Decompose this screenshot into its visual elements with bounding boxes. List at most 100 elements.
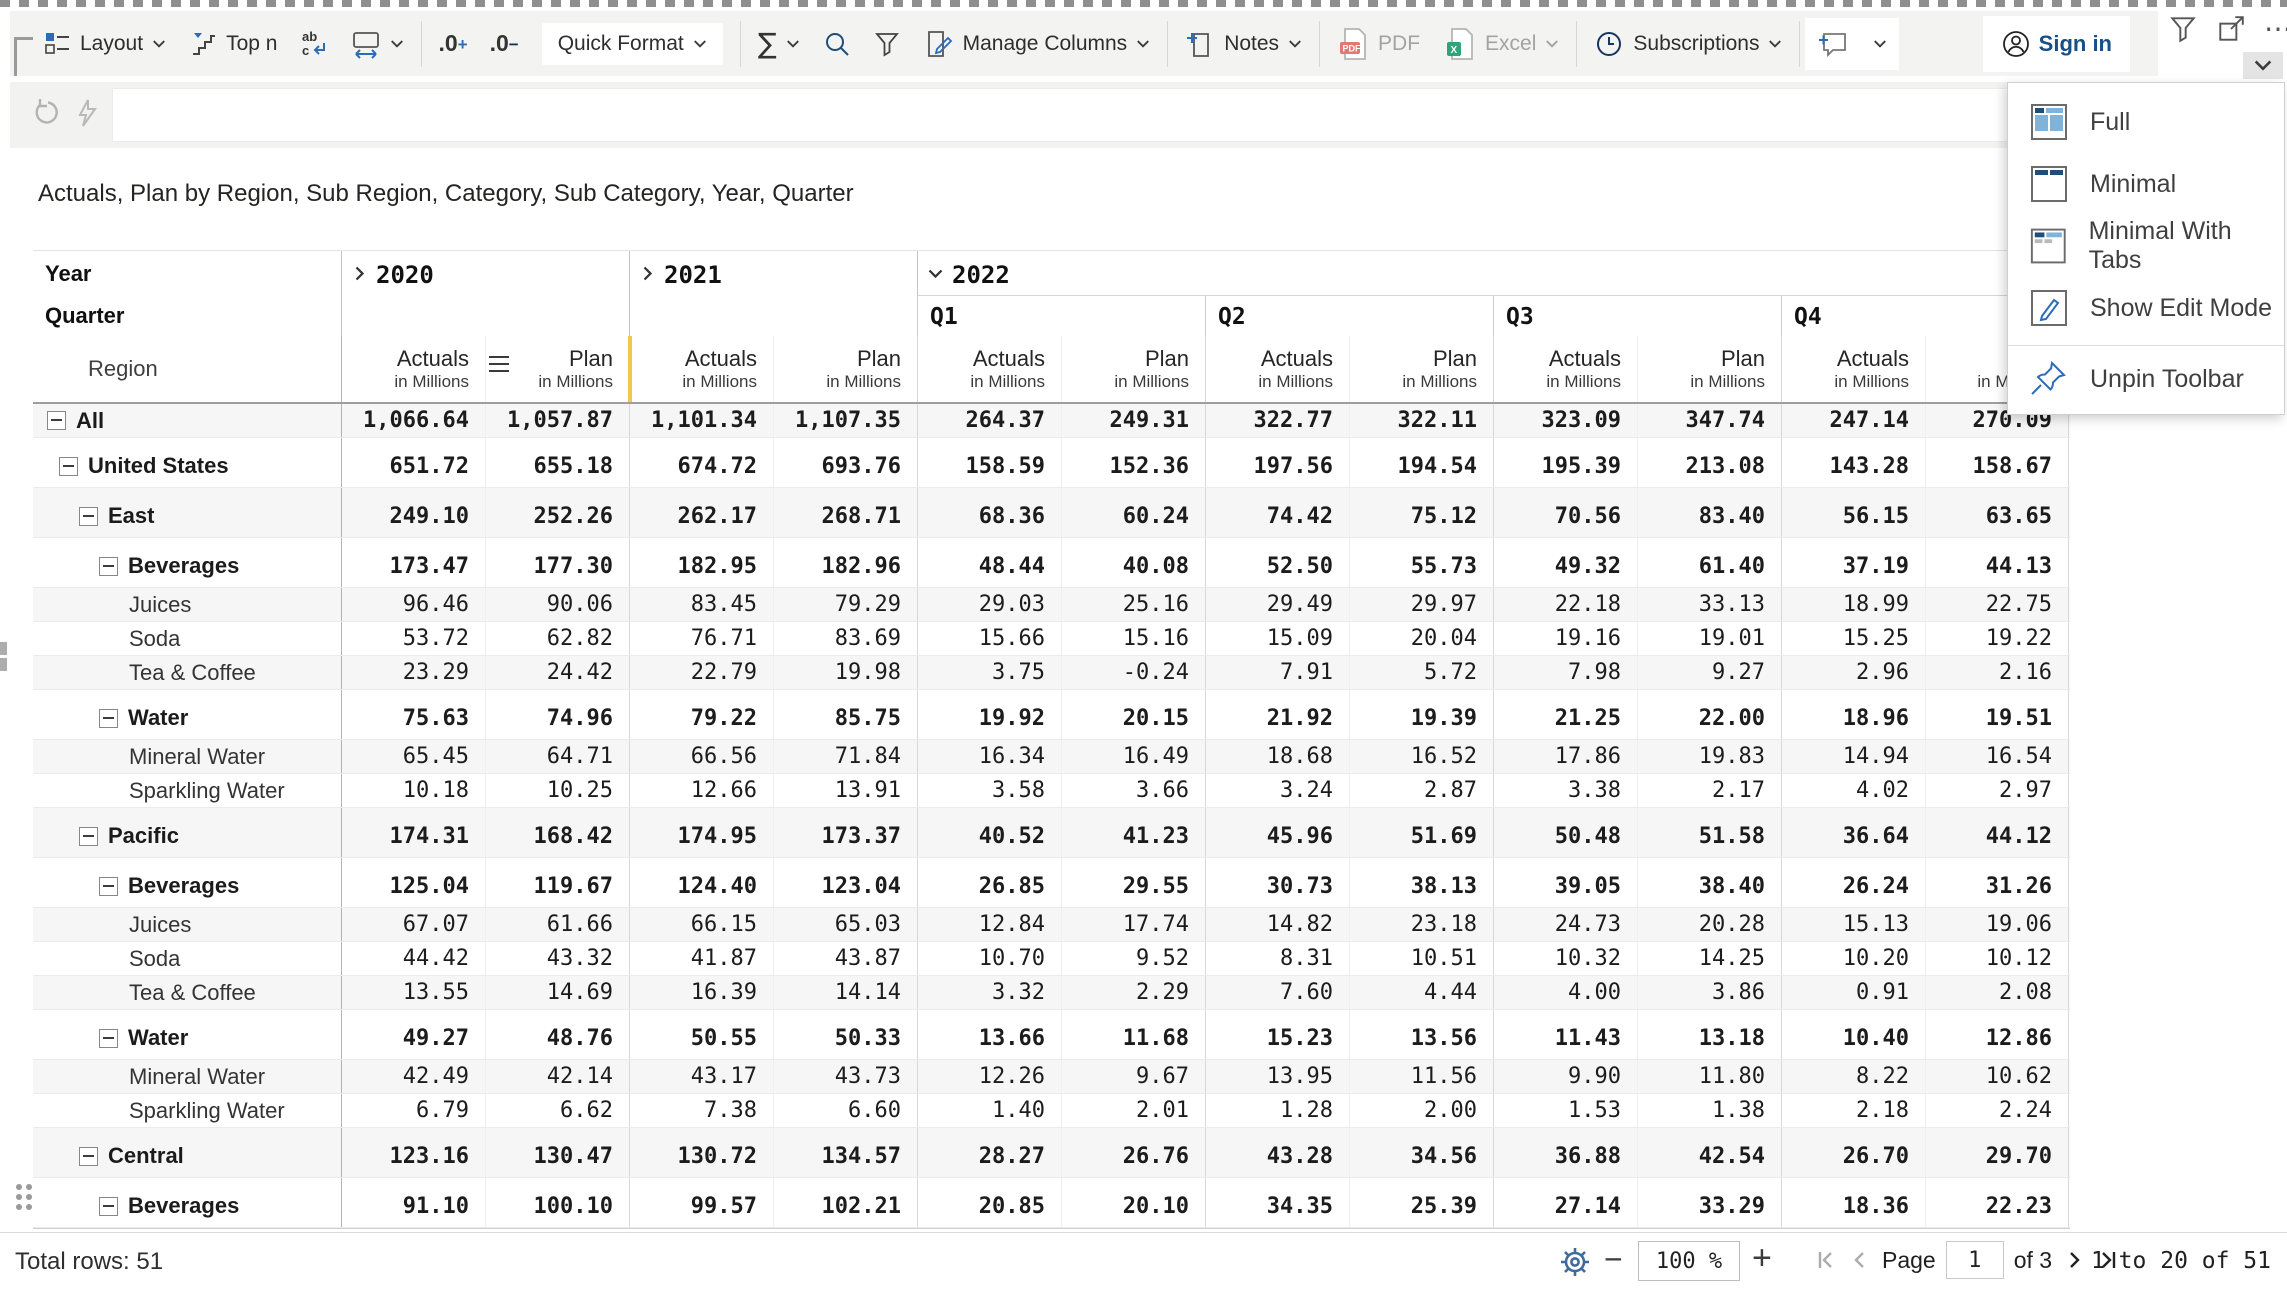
value-cell[interactable]: 16.52 [1349, 740, 1493, 773]
value-cell[interactable]: 55.73 [1349, 538, 1493, 587]
value-cell[interactable]: 8.22 [1781, 1060, 1925, 1093]
row-label[interactable]: Tea & Coffee [33, 980, 341, 1006]
value-cell[interactable]: 44.13 [1925, 538, 2069, 587]
value-cell[interactable]: 18.96 [1781, 690, 1925, 739]
value-cell[interactable]: 49.27 [341, 1010, 485, 1059]
value-cell[interactable]: 6.60 [773, 1094, 917, 1127]
value-cell[interactable]: 43.87 [773, 942, 917, 975]
value-cell[interactable]: 45.96 [1205, 808, 1349, 857]
layout-button[interactable]: Layout [44, 30, 166, 57]
value-cell[interactable]: 2.00 [1349, 1094, 1493, 1127]
value-cell[interactable]: 44.42 [341, 942, 485, 975]
export-excel-button[interactable]: X Excel [1444, 27, 1559, 61]
value-cell[interactable]: 16.49 [1061, 740, 1205, 773]
value-cell[interactable]: 19.39 [1349, 690, 1493, 739]
value-cell[interactable]: 1,066.64 [341, 404, 485, 437]
value-cell[interactable]: 50.55 [629, 1010, 773, 1059]
value-cell[interactable]: 20.28 [1637, 908, 1781, 941]
value-cell[interactable]: 14.25 [1637, 942, 1781, 975]
value-cell[interactable]: 33.29 [1637, 1178, 1781, 1227]
value-cell[interactable]: 11.56 [1349, 1060, 1493, 1093]
value-cell[interactable]: 51.69 [1349, 808, 1493, 857]
add-comment-button[interactable] [1805, 18, 1861, 70]
measure-header[interactable]: Actualsin Millions [917, 336, 1061, 402]
value-cell[interactable]: 252.26 [485, 488, 629, 537]
value-cell[interactable]: 79.22 [629, 690, 773, 739]
quarter-header-Q1[interactable]: Q1 [917, 296, 1205, 336]
export-pdf-button[interactable]: PDF PDF [1337, 27, 1420, 61]
measure-header[interactable]: Actualsin Millions [1205, 336, 1349, 402]
value-cell[interactable]: 173.47 [341, 538, 485, 587]
measure-header[interactable]: Planin Millions [1061, 336, 1205, 402]
zoom-out-button[interactable]: − [1604, 1241, 1623, 1278]
value-cell[interactable]: 3.58 [917, 774, 1061, 807]
value-cell[interactable]: 102.21 [773, 1178, 917, 1227]
value-cell[interactable]: 15.09 [1205, 622, 1349, 655]
gear-icon[interactable] [1558, 1245, 1592, 1279]
value-cell[interactable]: 42.49 [341, 1060, 485, 1093]
value-cell[interactable]: 36.64 [1781, 808, 1925, 857]
value-cell[interactable]: 70.56 [1493, 488, 1637, 537]
manage-columns-button[interactable]: Manage Columns [924, 29, 1151, 59]
value-cell[interactable]: 42.54 [1637, 1128, 1781, 1177]
value-cell[interactable]: 16.39 [629, 976, 773, 1009]
first-page-icon[interactable] [1814, 1248, 1838, 1272]
value-cell[interactable]: 9.27 [1637, 656, 1781, 689]
value-cell[interactable]: 60.24 [1061, 488, 1205, 537]
expand-icon[interactable] [2216, 14, 2246, 44]
value-cell[interactable]: 76.71 [629, 622, 773, 655]
value-cell[interactable]: 12.66 [629, 774, 773, 807]
value-cell[interactable]: 41.23 [1061, 808, 1205, 857]
value-cell[interactable]: 75.12 [1349, 488, 1493, 537]
value-cell[interactable]: 182.95 [629, 538, 773, 587]
value-cell[interactable]: 651.72 [341, 438, 485, 487]
value-cell[interactable]: 174.31 [341, 808, 485, 857]
value-cell[interactable]: 3.38 [1493, 774, 1637, 807]
value-cell[interactable]: 693.76 [773, 438, 917, 487]
value-cell[interactable]: 15.25 [1781, 622, 1925, 655]
value-cell[interactable]: 8.31 [1205, 942, 1349, 975]
value-cell[interactable]: 50.48 [1493, 808, 1637, 857]
value-cell[interactable]: 6.62 [485, 1094, 629, 1127]
value-cell[interactable]: 26.76 [1061, 1128, 1205, 1177]
value-cell[interactable]: 100.10 [485, 1178, 629, 1227]
left-resize-handle[interactable] [0, 642, 7, 655]
value-cell[interactable]: 2.87 [1349, 774, 1493, 807]
prev-page-icon[interactable] [1848, 1248, 1872, 1272]
value-cell[interactable]: 2.97 [1925, 774, 2069, 807]
value-cell[interactable]: 19.22 [1925, 622, 2069, 655]
value-cell[interactable]: 13.66 [917, 1010, 1061, 1059]
value-cell[interactable]: 65.03 [773, 908, 917, 941]
value-cell[interactable]: 125.04 [341, 858, 485, 907]
value-cell[interactable]: 43.73 [773, 1060, 917, 1093]
measure-header[interactable]: Planin Millions [773, 336, 917, 402]
value-cell[interactable]: 12.84 [917, 908, 1061, 941]
next-page-icon[interactable] [2062, 1248, 2086, 1272]
value-cell[interactable]: 7.38 [629, 1094, 773, 1127]
menu-item-show-edit-mode[interactable]: Show Edit Mode [2008, 277, 2284, 339]
value-cell[interactable]: 20.15 [1061, 690, 1205, 739]
value-cell[interactable]: 74.96 [485, 690, 629, 739]
value-cell[interactable]: 1,057.87 [485, 404, 629, 437]
value-cell[interactable]: 10.18 [341, 774, 485, 807]
value-cell[interactable]: 40.08 [1061, 538, 1205, 587]
measure-header[interactable]: Actualsin Millions [341, 336, 485, 402]
value-cell[interactable]: 7.60 [1205, 976, 1349, 1009]
value-cell[interactable]: 51.58 [1637, 808, 1781, 857]
value-cell[interactable]: 22.23 [1925, 1178, 2069, 1227]
menu-item-minimal[interactable]: Minimal [2008, 153, 2284, 215]
value-cell[interactable]: 18.68 [1205, 740, 1349, 773]
value-cell[interactable]: 3.24 [1205, 774, 1349, 807]
undo-icon[interactable] [32, 98, 62, 128]
comment-options-button[interactable] [1861, 18, 1899, 70]
value-cell[interactable]: 2.16 [1925, 656, 2069, 689]
value-cell[interactable]: 130.47 [485, 1128, 629, 1177]
row-label[interactable]: East [33, 503, 341, 537]
value-cell[interactable]: 83.69 [773, 622, 917, 655]
value-cell[interactable]: 22.18 [1493, 588, 1637, 621]
value-cell[interactable]: 4.44 [1349, 976, 1493, 1009]
value-cell[interactable]: 4.02 [1781, 774, 1925, 807]
value-cell[interactable]: 19.98 [773, 656, 917, 689]
value-cell[interactable]: 43.28 [1205, 1128, 1349, 1177]
value-cell[interactable]: 40.52 [917, 808, 1061, 857]
